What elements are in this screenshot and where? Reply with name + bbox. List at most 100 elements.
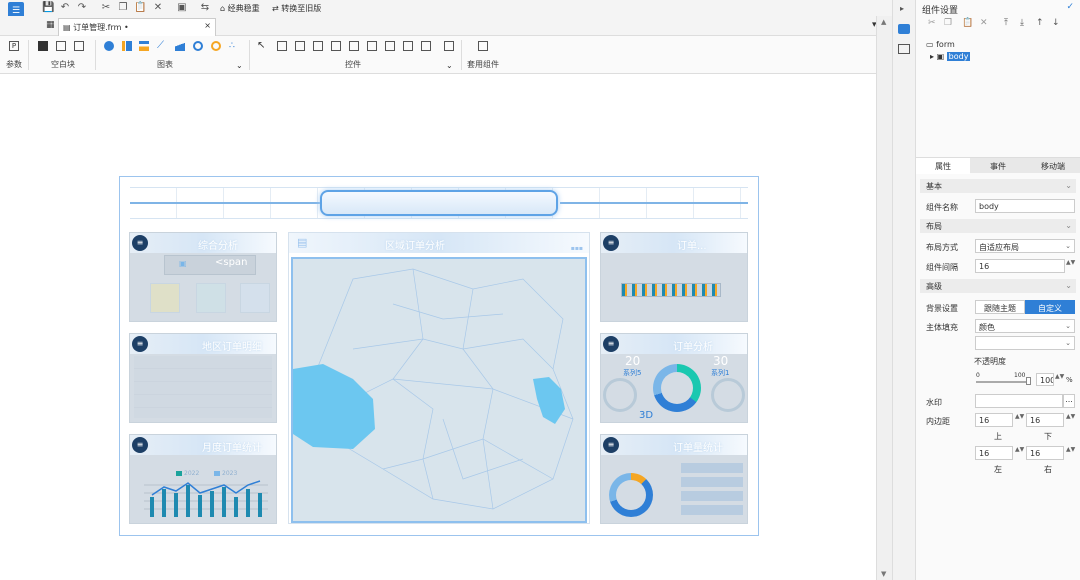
bar-chart-icon[interactable] bbox=[122, 41, 132, 51]
checkbox-control-icon[interactable] bbox=[403, 41, 413, 51]
panel-order-analysis[interactable]: ≡ 订单分析 20 系列5 30 系列1 3D bbox=[600, 333, 748, 423]
tab-close-icon[interactable]: × bbox=[204, 21, 211, 30]
gauge-chart-icon[interactable] bbox=[193, 41, 203, 51]
convert-old-button[interactable]: ⇄ 转换至旧版 bbox=[272, 3, 321, 14]
tree-root[interactable]: ▭ form bbox=[926, 40, 955, 49]
delete-icon[interactable]: ✕ bbox=[152, 2, 164, 14]
donut-right-series: 系列1 bbox=[711, 369, 730, 377]
section-advanced[interactable]: 高级 ⌄ bbox=[920, 279, 1076, 293]
padding-bottom-input[interactable]: 16 bbox=[1026, 413, 1064, 427]
tree-body-node[interactable]: ▸ ▣ body bbox=[930, 52, 971, 61]
paste-icon[interactable]: 📋 bbox=[962, 18, 973, 28]
padding-right-spinner-icon[interactable]: ▲▼ bbox=[1066, 446, 1075, 453]
section-basic[interactable]: 基本 ⌄ bbox=[920, 179, 1076, 193]
area-chart-icon[interactable] bbox=[175, 41, 185, 51]
pointer-icon[interactable]: ↖ bbox=[257, 41, 267, 51]
header-right-deco bbox=[560, 202, 748, 208]
vertical-scrollbar[interactable]: ▲ ▼ bbox=[876, 16, 892, 580]
move-down-icon[interactable]: ↓ bbox=[1052, 18, 1060, 28]
opacity-input[interactable]: 100 bbox=[1036, 373, 1054, 386]
split-block-icon[interactable] bbox=[56, 41, 66, 51]
opacity-spinner-icon[interactable]: ▲▼ bbox=[1055, 373, 1064, 380]
scroll-up-icon[interactable]: ▲ bbox=[881, 18, 886, 26]
opacity-slider-handle[interactable] bbox=[1026, 377, 1031, 385]
move-bottom-icon[interactable]: ⤓ bbox=[1020, 18, 1024, 28]
move-top-icon[interactable]: ⤒ bbox=[1004, 18, 1008, 28]
convert-icon: ⇄ bbox=[272, 4, 279, 13]
controls-expand-icon[interactable]: ⌄ bbox=[446, 61, 453, 70]
redo-icon[interactable]: ↷ bbox=[76, 2, 88, 14]
component-panel-icon[interactable] bbox=[898, 44, 910, 54]
grid-block-icon[interactable] bbox=[74, 41, 84, 51]
paste-icon[interactable]: 📋 bbox=[134, 2, 146, 14]
padding-left-spinner-icon[interactable]: ▲▼ bbox=[1015, 446, 1024, 453]
tab-order-management[interactable]: ▤ 订单管理.frm • × bbox=[58, 18, 216, 36]
tree-control-icon[interactable] bbox=[385, 41, 395, 51]
label-control-icon[interactable] bbox=[277, 41, 287, 51]
padding-top-spinner-icon[interactable]: ▲▼ bbox=[1015, 413, 1024, 420]
opacity-slider[interactable] bbox=[976, 381, 1028, 383]
link-icon[interactable]: ⇆ bbox=[199, 2, 211, 14]
combo-control-icon[interactable] bbox=[331, 41, 341, 51]
tab-mobile[interactable]: 移动端 bbox=[1026, 158, 1080, 174]
dashboard-body[interactable]: ≡ 综合分析 ▣ <span ≡ 地区订单明细 ≡ 月度订单统计 2022 2023 bbox=[119, 176, 759, 536]
scatter-chart-icon[interactable]: ∴ bbox=[229, 41, 239, 51]
more-dots-icon[interactable]: ▪▪▪ bbox=[571, 245, 583, 252]
settings-panel-icon[interactable] bbox=[898, 24, 910, 34]
fill-select[interactable]: 颜色 ⌄ bbox=[975, 319, 1075, 333]
bg-custom-button[interactable]: 自定义 bbox=[1025, 300, 1075, 314]
chevron-down-icon: ⌄ bbox=[1065, 281, 1072, 290]
layout-select[interactable]: 自适应布局 ⌄ bbox=[975, 239, 1075, 253]
preview-icon[interactable]: ▣ bbox=[176, 2, 188, 14]
classic-theme-button[interactable]: ⌂ 经典稳重 bbox=[220, 3, 260, 14]
panel-monthly[interactable]: ≡ 月度订单统计 2022 2023 bbox=[129, 434, 277, 524]
cut-icon[interactable]: ✂ bbox=[100, 2, 112, 14]
watermark-input[interactable] bbox=[975, 394, 1063, 408]
padding-left-input[interactable]: 16 bbox=[975, 446, 1013, 460]
radio-control-icon[interactable] bbox=[421, 41, 431, 51]
tab-properties[interactable]: 属性 bbox=[916, 158, 970, 174]
padding-right-input[interactable]: 16 bbox=[1026, 446, 1064, 460]
section-layout[interactable]: 布局 ⌄ bbox=[920, 219, 1076, 233]
panel-region-map[interactable]: ▤ 区域订单分析 ▪▪▪ bbox=[288, 232, 590, 524]
padding-top-input[interactable]: 16 bbox=[975, 413, 1013, 427]
text-control-icon[interactable] bbox=[295, 41, 305, 51]
panel-title: 订单... bbox=[677, 241, 707, 252]
pin-icon[interactable]: ✓ bbox=[1066, 2, 1074, 12]
panel-orders-top[interactable]: ≡ 订单... bbox=[600, 232, 748, 322]
padding-bottom-spinner-icon[interactable]: ▲▼ bbox=[1066, 413, 1075, 420]
copy-icon[interactable]: ❐ bbox=[944, 18, 952, 28]
save-icon[interactable]: 💾 bbox=[42, 2, 54, 14]
move-up-icon[interactable]: ↑ bbox=[1036, 18, 1044, 28]
watermark-button[interactable]: ... bbox=[1063, 394, 1075, 408]
line-chart-icon[interactable]: ⟋ bbox=[157, 41, 167, 51]
color-picker[interactable]: ⌄ bbox=[975, 336, 1075, 350]
row-padding-2: 16 ▲▼ 16 ▲▼ bbox=[920, 445, 1076, 463]
bg-follow-button[interactable]: 跟随主题 bbox=[975, 300, 1025, 314]
blank-block-icon[interactable] bbox=[38, 41, 48, 51]
button-control-icon[interactable] bbox=[313, 41, 323, 51]
gap-spinner-icon[interactable]: ▲▼ bbox=[1066, 259, 1075, 266]
date-control-icon[interactable] bbox=[349, 41, 359, 51]
template-icon[interactable] bbox=[478, 41, 488, 51]
hbar-chart-icon[interactable] bbox=[139, 41, 149, 51]
scroll-down-icon[interactable]: ▼ bbox=[881, 570, 886, 578]
query-control-icon[interactable] bbox=[444, 41, 454, 51]
chart-expand-icon[interactable]: ⌄ bbox=[236, 61, 243, 70]
panel-region-detail[interactable]: ≡ 地区订单明细 bbox=[129, 333, 277, 423]
number-control-icon[interactable] bbox=[367, 41, 377, 51]
panel-order-volume[interactable]: ≡ 订单量统计 bbox=[600, 434, 748, 524]
tab-events[interactable]: 事件 bbox=[971, 158, 1025, 174]
pie-chart-icon[interactable] bbox=[104, 41, 114, 51]
collapse-icon[interactable]: ▸ bbox=[900, 4, 904, 13]
delete-icon[interactable]: ✕ bbox=[980, 18, 988, 28]
panel-overview[interactable]: ≡ 综合分析 ▣ <span bbox=[129, 232, 277, 322]
radar-chart-icon[interactable] bbox=[211, 41, 221, 51]
cut-icon[interactable]: ✂ bbox=[928, 18, 936, 28]
layout-icon[interactable]: ▦ bbox=[46, 20, 55, 30]
gap-input[interactable]: 16 bbox=[975, 259, 1065, 273]
undo-icon[interactable]: ↶ bbox=[59, 2, 71, 14]
name-input[interactable]: body bbox=[975, 199, 1075, 213]
copy-icon[interactable]: ❐ bbox=[117, 2, 129, 14]
param-icon[interactable]: P bbox=[9, 41, 19, 51]
